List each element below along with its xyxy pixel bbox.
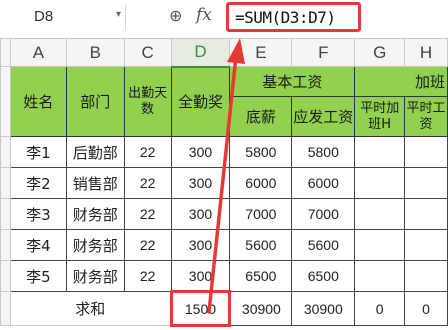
total-payable-cell[interactable]: 30900 [291,291,356,326]
row-header[interactable] [0,167,11,199]
cell-name[interactable]: 李1 [9,136,67,168]
table-row: 李5 财务部 22 300 6500 6500 [0,260,448,292]
cell-dept[interactable]: 财务部 [65,260,125,292]
table-row: 李4 财务部 22 300 5600 5600 [0,229,448,261]
cell-g[interactable] [354,260,406,292]
cell-g[interactable] [354,198,406,230]
cell-base[interactable]: 6000 [229,167,293,199]
column-header-h[interactable]: H [404,38,448,67]
column-header-d[interactable]: D [170,38,231,68]
row-header[interactable] [0,66,11,137]
cell-g[interactable] [354,229,406,261]
cell-payable[interactable]: 7000 [291,198,356,230]
column-header-b[interactable]: B [65,38,125,67]
header-ot1[interactable]: 平时加班H [354,96,406,137]
header-name[interactable]: 姓名 [9,66,67,137]
total-base-cell[interactable]: 30900 [229,291,293,326]
cell-bonus[interactable]: 300 [170,136,231,168]
cell-payable[interactable]: 5600 [291,229,356,261]
cell-name[interactable]: 李4 [9,229,67,261]
fx-icon[interactable]: fx [196,5,212,25]
row-header[interactable] [0,260,11,292]
column-header-f[interactable]: F [291,38,356,67]
row-header[interactable] [0,229,11,261]
cell-payable[interactable]: 6000 [291,167,356,199]
table-row: 李1 后勤部 22 300 5800 5800 [0,136,448,168]
spreadsheet-grid: A B C D E F G H 姓名 部门 出勤天数 全勤奖 基本工资 加班 底… [0,38,448,327]
cell-name[interactable]: 李5 [9,260,67,292]
header-base[interactable]: 底薪 [229,96,293,137]
column-header-row: A B C D E F G H [0,38,448,68]
cell-g[interactable] [354,167,406,199]
header-bonus[interactable]: 全勤奖 [170,66,231,137]
row-header[interactable] [0,291,11,326]
cell-h[interactable] [404,260,448,292]
cell-reference: D8 [34,8,54,25]
header-payable[interactable]: 应发工资 [291,96,356,137]
formula-bar: D8 ▾ ⊕ fx =SUM(D3:D7) [0,0,448,38]
cell-base[interactable]: 6500 [229,260,293,292]
cell-base[interactable]: 5800 [229,136,293,168]
header-ot2[interactable]: 平时工资 [404,96,448,137]
column-header-c[interactable]: C [123,38,172,67]
column-header-a[interactable]: A [9,38,67,67]
formula-text: =SUM(D3:D7) [235,8,336,27]
cell-bonus[interactable]: 300 [170,260,231,292]
cell-days[interactable]: 22 [123,136,172,168]
cell-g[interactable] [354,136,406,168]
row-header[interactable] [0,198,11,230]
cell-name[interactable]: 李3 [9,198,67,230]
cell-days[interactable]: 22 [123,229,172,261]
cell-bonus[interactable]: 300 [170,167,231,199]
cell-days[interactable]: 22 [123,260,172,292]
totals-label[interactable]: 求和 [9,291,172,326]
header-overtime-group[interactable]: 加班 [354,66,448,97]
cell-bonus[interactable]: 300 [170,229,231,261]
cell-dept[interactable]: 销售部 [65,167,125,199]
name-box[interactable]: D8 ▾ [4,5,126,30]
total-h-cell[interactable]: 0 [404,291,448,326]
cell-base[interactable]: 5600 [229,229,293,261]
totals-row: 求和 1500 30900 30900 0 0 [0,290,448,327]
cell-dept[interactable]: 财务部 [65,198,125,230]
cell-days[interactable]: 22 [123,167,172,199]
cell-payable[interactable]: 5800 [291,136,356,168]
column-header-g[interactable]: G [354,38,406,67]
formula-input[interactable]: =SUM(D3:D7) [226,2,361,32]
cell-h[interactable] [404,229,448,261]
cell-days[interactable]: 22 [123,198,172,230]
column-header-e[interactable]: E [229,38,293,67]
cell-h[interactable] [404,167,448,199]
cell-base[interactable]: 7000 [229,198,293,230]
table-row: 李3 财务部 22 300 7000 7000 [0,198,448,230]
cell-payable[interactable]: 6500 [291,260,356,292]
select-all-corner[interactable] [0,38,11,67]
cell-h[interactable] [404,198,448,230]
cell-name[interactable]: 李2 [9,167,67,199]
cell-dept[interactable]: 后勤部 [65,136,125,168]
header-dept[interactable]: 部门 [65,66,125,137]
total-bonus-cell[interactable]: 1500 [169,290,232,327]
chevron-down-icon[interactable]: ▾ [116,9,121,20]
header-basic-salary[interactable]: 基本工资 [229,66,356,97]
zoom-icon[interactable]: ⊕ [169,6,182,25]
cell-dept[interactable]: 财务部 [65,229,125,261]
header-days[interactable]: 出勤天数 [123,66,172,137]
table-row: 李2 销售部 22 300 6000 6000 [0,167,448,199]
row-header[interactable] [0,136,11,168]
total-g-cell[interactable]: 0 [354,291,406,326]
cell-bonus[interactable]: 300 [170,198,231,230]
cell-h[interactable] [404,136,448,168]
header-row-1: 姓名 部门 出勤天数 全勤奖 基本工资 加班 [0,66,448,137]
